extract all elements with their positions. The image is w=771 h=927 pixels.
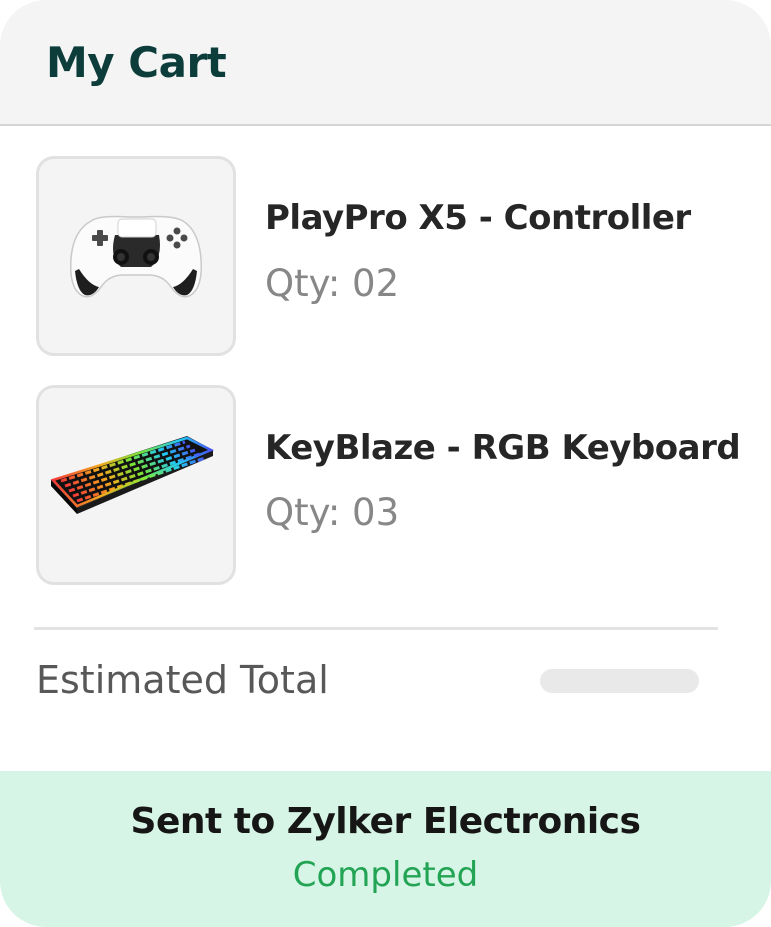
product-image bbox=[36, 156, 236, 356]
estimated-total-label: Estimated Total bbox=[36, 658, 329, 702]
cart-header: My Cart bbox=[0, 0, 771, 126]
rgb-keyboard-icon bbox=[50, 436, 214, 514]
cart-item[interactable]: PlayPro X5 - Controller Qty: 02 bbox=[36, 156, 736, 356]
product-name: KeyBlaze - RGB Keyboard bbox=[265, 428, 741, 468]
cart-card: My Cart PlayPro X5 - Controller Qty: 02 … bbox=[0, 0, 771, 927]
divider bbox=[34, 627, 718, 630]
product-name: PlayPro X5 - Controller bbox=[265, 198, 691, 238]
status-title: Sent to Zylker Electronics bbox=[130, 801, 641, 842]
order-status-banner: Sent to Zylker Electronics Completed bbox=[0, 771, 771, 927]
product-quantity: Qty: 02 bbox=[265, 262, 400, 305]
product-image bbox=[36, 385, 236, 585]
game-controller-icon bbox=[69, 215, 203, 298]
product-quantity: Qty: 03 bbox=[265, 491, 400, 534]
page-title: My Cart bbox=[46, 38, 227, 87]
status-badge: Completed bbox=[292, 855, 479, 895]
total-value-placeholder bbox=[540, 669, 699, 693]
cart-item[interactable]: KeyBlaze - RGB Keyboard Qty: 03 bbox=[36, 385, 741, 585]
